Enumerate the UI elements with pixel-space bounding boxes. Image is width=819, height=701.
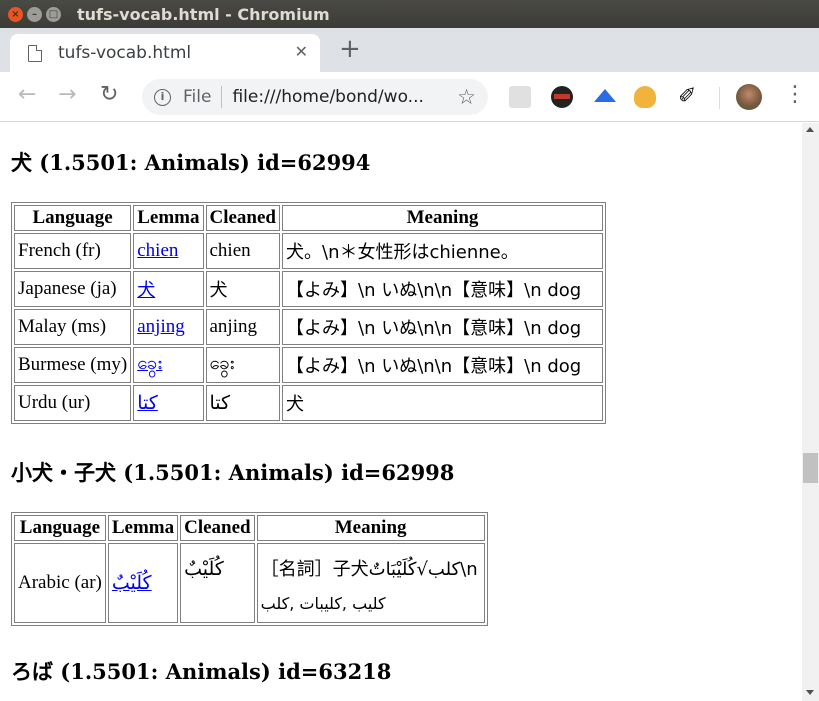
scroll-up-arrow-icon[interactable] [806, 127, 814, 132]
reload-icon[interactable]: ↻ [100, 82, 118, 107]
bookmark-star-icon[interactable]: ☆ [457, 85, 476, 109]
profile-avatar[interactable] [736, 84, 762, 110]
cell-lemma: chien [133, 233, 204, 269]
section-heading: ろば (1.5501: Animals) id=63218 [11, 659, 392, 684]
table-row: Arabic (ar) كُلَيْبٌ كُلَيْبٌ ［名詞］子犬كلب√… [14, 543, 485, 623]
col-header-meaning: Meaning [256, 515, 485, 541]
table-row: Japanese (ja) 犬 犬 【よみ】\n いぬ\n\n【意味】\n do… [14, 271, 603, 307]
omnibox-divider [221, 86, 223, 108]
cell-cleaned: كُلَيْبٌ [180, 543, 255, 623]
info-icon[interactable]: i [154, 88, 171, 106]
cell-cleaned: ခွေး [205, 347, 280, 383]
col-header-cleaned: Cleaned [180, 515, 255, 541]
window-close-button[interactable]: × [8, 6, 23, 22]
table-row: French (fr) chien chien 犬。\n＊女性形はchienne… [14, 233, 603, 269]
cell-meaning: 【よみ】\n いぬ\n\n【意味】\n dog [282, 347, 603, 383]
cell-cleaned: anjing [205, 309, 280, 345]
extension-gimp-icon[interactable]: ✐ [678, 86, 700, 108]
tab-close-icon[interactable]: ✕ [295, 42, 308, 61]
browser-toolbar: ← → ↻ i File file:///home/bond/wo... ☆ ✐… [0, 72, 819, 122]
scroll-down-arrow-icon[interactable] [806, 690, 814, 695]
window-minimize-button[interactable]: – [27, 6, 42, 22]
table-row: Urdu (ur) کتا کتا 犬 [14, 385, 603, 421]
cell-cleaned: 犬 [205, 271, 280, 307]
cell-meaning: 犬 [282, 385, 603, 421]
table-row: Burmese (my) ခွေး ခွေး 【よみ】\n いぬ\n\n【意味】… [14, 347, 603, 383]
cell-lemma: 犬 [133, 271, 204, 307]
address-bar[interactable]: i File file:///home/bond/wo... ☆ [142, 79, 488, 115]
tab-title: tufs-vocab.html [58, 43, 192, 63]
table-row: Malay (ms) anjing anjing 【よみ】\n いぬ\n\n【意… [14, 309, 603, 345]
col-header-language: Language [14, 205, 132, 231]
lemma-link[interactable]: كُلَيْبٌ [112, 573, 152, 594]
extension-face-icon[interactable] [634, 86, 656, 108]
col-header-language: Language [14, 515, 106, 541]
col-header-lemma: Lemma [133, 205, 204, 231]
cell-language: Burmese (my) [14, 347, 132, 383]
extension-graduation-cap-icon[interactable] [594, 89, 616, 102]
url-scheme: File [183, 87, 212, 107]
lemma-link[interactable]: chien [137, 240, 178, 261]
cell-lemma: ခွေး [133, 347, 204, 383]
cell-meaning: 犬。\n＊女性形はchienne。 [282, 233, 603, 269]
col-header-meaning: Meaning [282, 205, 603, 231]
lemma-link[interactable]: ခွေး [137, 353, 162, 374]
section-heading: 小犬・子犬 (1.5501: Animals) id=62998 [11, 460, 455, 485]
scrollbar-thumb[interactable] [803, 453, 818, 483]
window-titlebar: × – □ tufs-vocab.html - Chromium [0, 0, 819, 28]
extension-mask-icon[interactable] [551, 86, 573, 108]
cell-language: Arabic (ar) [14, 543, 106, 623]
kebab-menu-icon[interactable]: ⋮ [784, 82, 806, 108]
page-content: 犬 (1.5501: Animals) id=62994 Language Le… [0, 123, 802, 701]
vocab-table: Language Lemma Cleaned Meaning Arabic (a… [11, 512, 488, 626]
cell-cleaned: کتا [205, 385, 280, 421]
cell-language: Japanese (ja) [14, 271, 132, 307]
toolbar-divider [719, 87, 720, 109]
cell-meaning: ［名詞］子犬كلب√كُلَيْبَاتٌ\n كليب ,كليبات ,كل… [256, 543, 485, 623]
window-title: tufs-vocab.html - Chromium [77, 4, 330, 24]
vocab-table: Language Lemma Cleaned Meaning French (f… [11, 202, 606, 424]
document-icon [28, 44, 42, 62]
window-maximize-button[interactable]: □ [46, 6, 61, 22]
cell-language: French (fr) [14, 233, 132, 269]
col-header-cleaned: Cleaned [205, 205, 280, 231]
lemma-link[interactable]: 犬 [137, 280, 155, 301]
forward-arrow-icon[interactable]: → [58, 82, 76, 107]
extension-1-icon[interactable] [509, 86, 531, 108]
cell-meaning: 【よみ】\n いぬ\n\n【意味】\n dog [282, 271, 603, 307]
back-arrow-icon[interactable]: ← [18, 82, 36, 107]
tab-strip: tufs-vocab.html ✕ + [0, 28, 819, 72]
cell-lemma: anjing [133, 309, 204, 345]
url-text[interactable]: file:///home/bond/wo... [232, 87, 437, 107]
tab-active[interactable]: tufs-vocab.html ✕ [10, 34, 320, 72]
vertical-scrollbar[interactable] [802, 123, 819, 701]
lemma-link[interactable]: anjing [137, 316, 185, 337]
new-tab-icon[interactable]: + [339, 34, 361, 64]
cell-cleaned: chien [205, 233, 280, 269]
table-header-row: Language Lemma Cleaned Meaning [14, 205, 603, 231]
cell-language: Malay (ms) [14, 309, 132, 345]
cell-meaning: 【よみ】\n いぬ\n\n【意味】\n dog [282, 309, 603, 345]
section-heading: 犬 (1.5501: Animals) id=62994 [11, 150, 371, 175]
meaning-line-2: كليب ,كليبات ,كلب [260, 594, 386, 613]
cell-lemma: کتا [133, 385, 204, 421]
table-header-row: Language Lemma Cleaned Meaning [14, 515, 485, 541]
col-header-lemma: Lemma [107, 515, 179, 541]
lemma-link[interactable]: کتا [137, 393, 158, 414]
cell-language: Urdu (ur) [14, 385, 132, 421]
cell-lemma: كُلَيْبٌ [107, 543, 179, 623]
meaning-line-1: ［名詞］子犬كلب√كُلَيْبَاتٌ\n [260, 559, 478, 580]
